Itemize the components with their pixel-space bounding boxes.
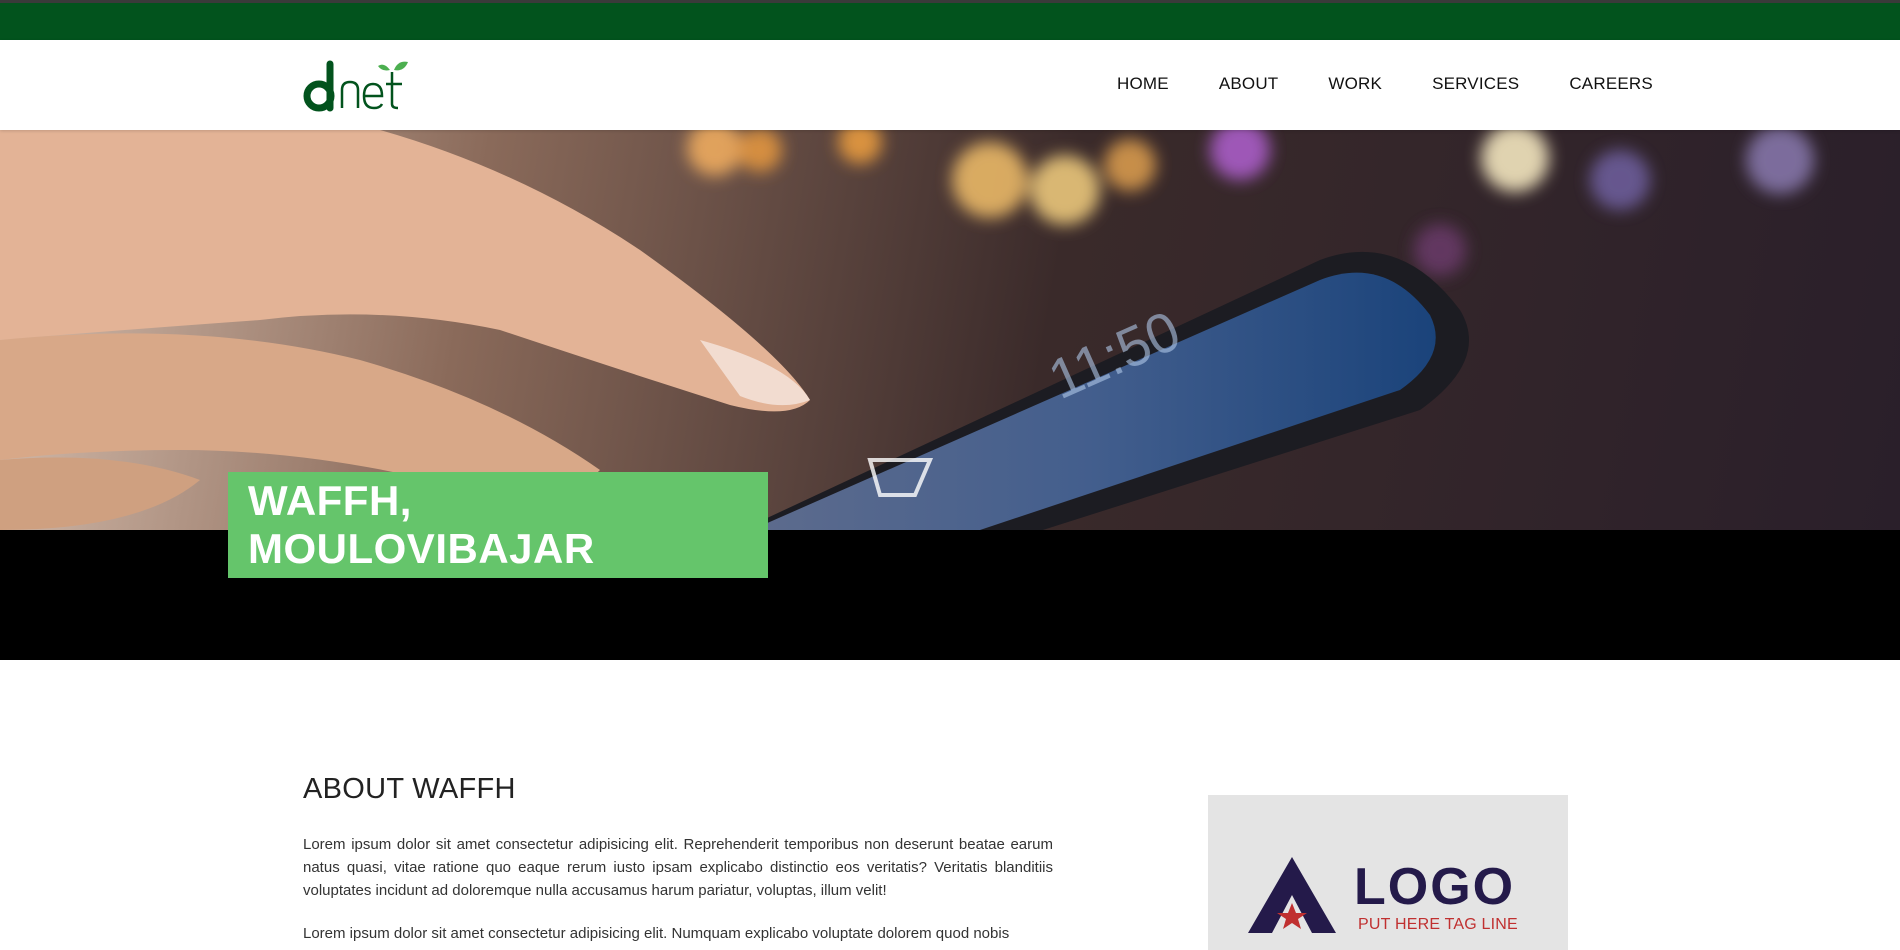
- nav-home[interactable]: HOME: [1117, 74, 1169, 94]
- nav-careers[interactable]: CAREERS: [1569, 74, 1653, 94]
- hero-banner-image: 11:50: [0, 130, 1900, 530]
- triangle-star-icon: [1248, 857, 1336, 933]
- dnet-logo-graphic: [303, 60, 408, 112]
- client-logo-word: LOGO: [1354, 858, 1516, 916]
- hero-title-badge: WAFFH, MOULOVIBAJAR: [228, 472, 768, 578]
- navbar: HOME ABOUT WORK SERVICES CAREERS: [0, 40, 1900, 130]
- hero-title: WAFFH, MOULOVIBAJAR: [248, 477, 595, 572]
- main-nav: HOME ABOUT WORK SERVICES CAREERS: [1117, 74, 1653, 94]
- dnet-logo[interactable]: [302, 58, 414, 116]
- about-paragraph-2: Lorem ipsum dolor sit amet consectetur a…: [303, 925, 1010, 942]
- about-section-title: ABOUT WAFFH: [303, 773, 516, 805]
- nav-work[interactable]: WORK: [1328, 74, 1382, 94]
- hero-photo-illustration: 11:50: [0, 130, 1814, 530]
- top-color-bar: [0, 0, 1900, 40]
- nav-services[interactable]: SERVICES: [1432, 74, 1519, 94]
- nav-about[interactable]: ABOUT: [1219, 74, 1279, 94]
- about-paragraph-1: Lorem ipsum dolor sit amet consectetur a…: [303, 836, 1053, 899]
- client-logo-tagline: PUT HERE TAG LINE: [1358, 916, 1518, 933]
- client-logo-card: LOGO PUT HERE TAG LINE: [1208, 795, 1568, 950]
